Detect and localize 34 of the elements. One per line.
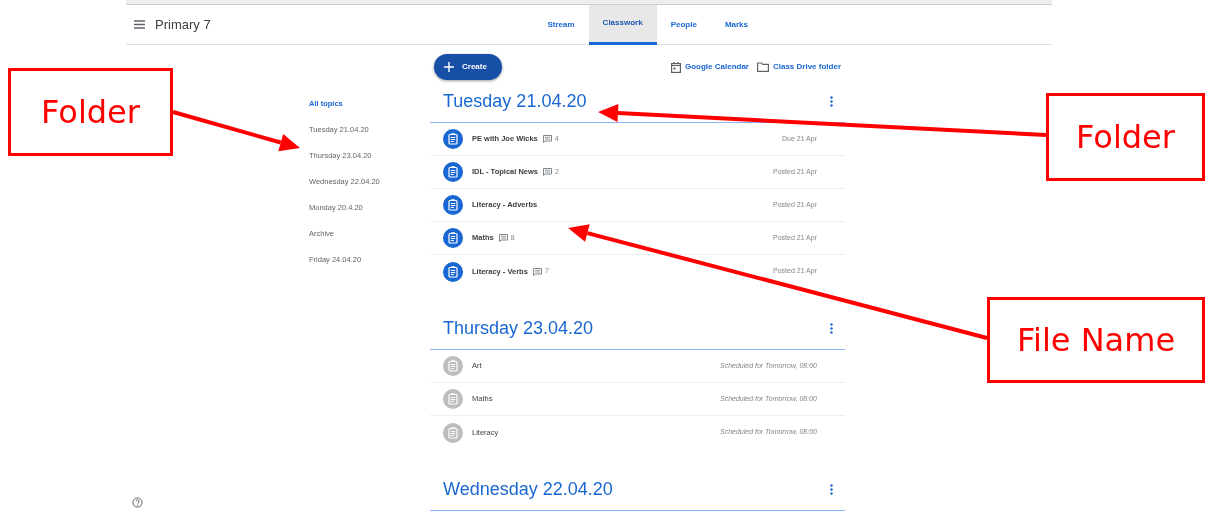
assignment-icon [443, 422, 463, 443]
comment-icon [543, 168, 552, 176]
assignment-icon [443, 129, 463, 149]
folder-icon [756, 62, 769, 72]
create-button[interactable]: Create [434, 54, 502, 80]
comment-icon [542, 135, 552, 143]
assignment-icon [443, 356, 463, 376]
callout-label: Folder [8, 68, 173, 156]
callout-label: File Name [987, 297, 1205, 383]
link[interactable]: Google Calendar [684, 61, 749, 73]
more-icon[interactable] [830, 95, 833, 107]
more-icon[interactable] [830, 483, 833, 495]
plus-icon [444, 62, 454, 72]
topic-title: Wednesday 22.04.20 [443, 477, 613, 501]
assignment-icon [443, 228, 463, 248]
topic-title: Thursday 23.04.20 [443, 316, 594, 340]
assignment-icon [443, 195, 463, 215]
tab[interactable]: Marks [710, 4, 762, 45]
callout-label: Folder [1046, 93, 1205, 181]
assignment-icon [443, 162, 463, 182]
calendar-icon [670, 61, 681, 73]
help-icon[interactable] [132, 497, 143, 508]
class-name: Primary 7 [155, 15, 211, 34]
tab[interactable]: People [656, 4, 711, 45]
link[interactable]: Class Drive folder [772, 61, 841, 73]
comment-icon [498, 234, 508, 242]
menu-icon[interactable] [134, 20, 145, 29]
tab[interactable]: Stream [533, 4, 589, 45]
assignment-icon [443, 261, 463, 282]
topic-title: Tuesday 21.04.20 [443, 89, 587, 113]
comment-icon [532, 267, 542, 276]
tab[interactable]: Classwork [588, 4, 657, 45]
assignment-icon [443, 389, 463, 409]
more-icon[interactable] [830, 322, 833, 334]
